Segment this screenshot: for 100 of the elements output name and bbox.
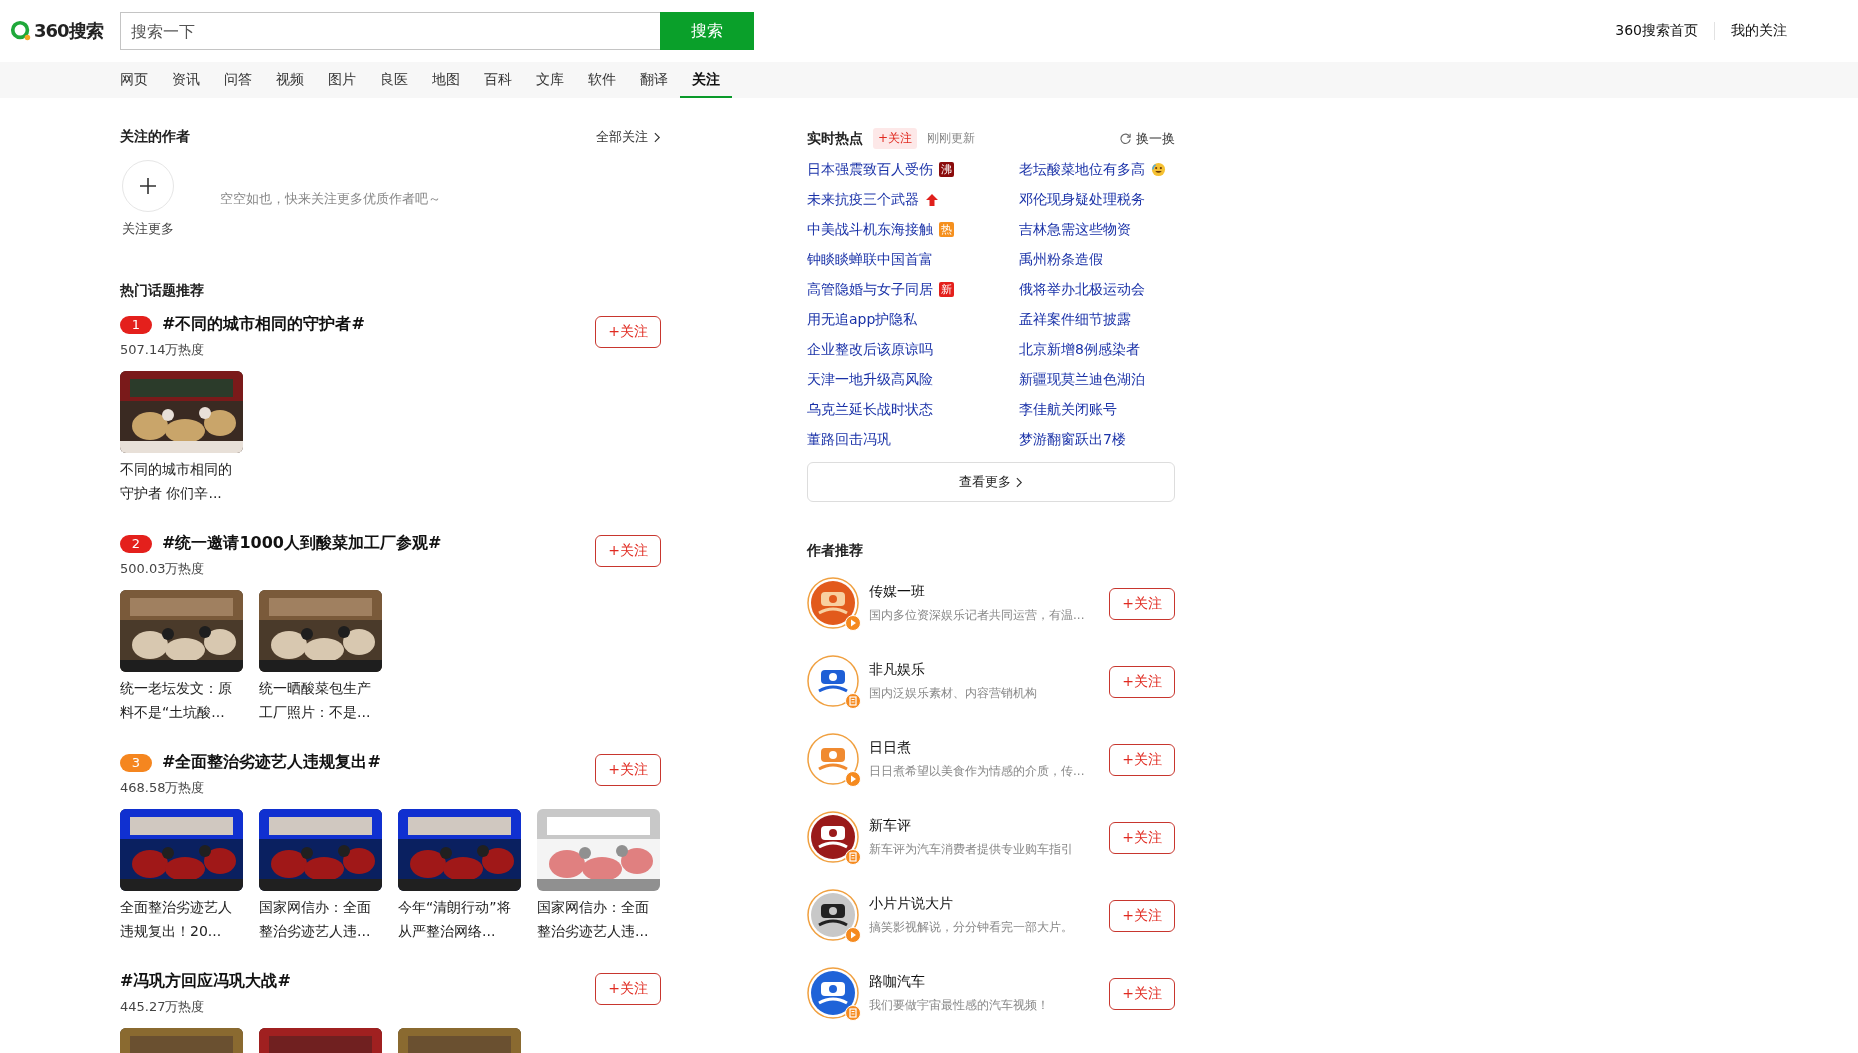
thumb-caption[interactable]: 统一老坛发文：原料不是“土坑酸... [120, 676, 243, 724]
hot-tag: 新 [939, 282, 954, 297]
see-more-button[interactable]: 查看更多 [807, 462, 1175, 502]
follow-button[interactable]: +关注 [1109, 744, 1175, 776]
nav-tab[interactable]: 视频 [264, 62, 316, 98]
section-title: 热门话题推荐 [120, 282, 205, 300]
hot-tag: 热 [939, 222, 954, 237]
section-title: 实时热点 [807, 129, 863, 148]
hot-link[interactable]: 中美战斗机东海接触 [807, 220, 933, 239]
hot-link[interactable]: 用无追app护隐私 [807, 310, 918, 329]
thumb-caption[interactable]: 今年“清朗行动”将从严整治网络... [398, 895, 521, 943]
author-name[interactable]: 路咖汽车 [869, 972, 1109, 991]
author-description: 我们要做宇宙最性感的汽车视频！ [869, 996, 1050, 1014]
topic-title[interactable]: #不同的城市相同的守护者# [162, 314, 365, 335]
follow-button[interactable]: +关注 [1109, 822, 1175, 854]
thumb-caption[interactable]: 不同的城市相同的守护者 你们辛... [120, 457, 243, 505]
follow-button[interactable]: +关注 [595, 754, 661, 786]
article-badge-icon [845, 1005, 861, 1021]
chevron-icon [1016, 476, 1023, 488]
hot-link[interactable]: 天津一地升级高风险 [807, 370, 933, 389]
emoji-icon [1151, 162, 1166, 177]
hot-link[interactable]: 孟祥案件细节披露 [1019, 310, 1131, 329]
author-description: 搞笑影视解说，分分钟看完一部大片。 [869, 918, 1074, 936]
nav-tab[interactable]: 良医 [368, 62, 420, 98]
up-arrow-icon [925, 192, 939, 207]
follow-button[interactable]: +关注 [1109, 588, 1175, 620]
author-description: 日日煮希望以美食作为情感的介质，传... [869, 762, 1086, 780]
hot-link[interactable]: 老坛酸菜地位有多高 [1019, 160, 1145, 179]
nav-tab[interactable]: 文库 [524, 62, 576, 98]
nav-tab[interactable]: 地图 [420, 62, 472, 98]
thumb-caption[interactable]: 全面整治劣迹艺人违规复出！20... [120, 895, 243, 943]
follow-button[interactable]: +关注 [1109, 666, 1175, 698]
nav-tab[interactable]: 软件 [576, 62, 628, 98]
plus-icon [138, 176, 158, 196]
author-description: 新车评为汽车消费者提供专业购车指引 [869, 840, 1074, 858]
hot-link[interactable]: 董路回击冯巩 [807, 430, 891, 449]
follow-button[interactable]: +关注 [1109, 978, 1175, 1010]
author-name[interactable]: 小片片说大片 [869, 894, 1109, 913]
author-description: 国内多位资深娱乐记者共同运营，有温... [869, 606, 1086, 624]
rank-badge: 3 [120, 753, 152, 772]
search-field[interactable]: 搜索一下 [120, 12, 660, 50]
section-title: 关注的作者 [120, 128, 190, 146]
header-link[interactable]: 360搜索首页 [1599, 22, 1714, 40]
thumb-caption[interactable]: 统一晒酸菜包生产工厂照片：不是... [259, 676, 382, 724]
nav-tab[interactable]: 图片 [316, 62, 368, 98]
hot-link[interactable]: 钟睒睒蝉联中国首富 [807, 250, 933, 269]
refresh-button[interactable]: 换一换 [1119, 129, 1175, 148]
article-badge-icon [845, 693, 861, 709]
hot-link[interactable]: 俄将举办北极运动会 [1019, 280, 1145, 299]
hot-link[interactable]: 北京新增8例感染者 [1019, 340, 1140, 359]
hot-link[interactable]: 高管隐婚与女子同居 [807, 280, 933, 299]
thumb-caption[interactable]: 国家网信办：全面整治劣迹艺人违... [259, 895, 382, 943]
hot-link[interactable]: 未来抗疫三个武器 [807, 190, 919, 209]
logo-icon [10, 20, 32, 42]
follow-tag-button[interactable]: +关注 [873, 128, 918, 149]
hot-link[interactable]: 新疆现莫兰迪色湖泊 [1019, 370, 1145, 389]
hot-link[interactable]: 日本强震致百人受伤 [807, 160, 933, 179]
heat-count: 507.14万热度 [120, 341, 206, 359]
nav-tab[interactable]: 网页 [108, 62, 160, 98]
update-time: 刚刚更新 [927, 130, 976, 147]
hot-link[interactable]: 禹州粉条造假 [1019, 250, 1103, 269]
thumb-caption[interactable]: 国家网信办：全面整治劣迹艺人违... [537, 895, 660, 943]
add-label: 关注更多 [122, 220, 174, 238]
nav-tab[interactable]: 翻译 [628, 62, 680, 98]
refresh-icon [1119, 132, 1132, 145]
add-button[interactable] [122, 160, 174, 212]
header-link[interactable]: 我的关注 [1715, 22, 1803, 40]
article-badge-icon [845, 849, 861, 865]
logo-text: 360搜索 [34, 19, 103, 43]
all-follows-link[interactable]: 全部关注 [596, 128, 661, 146]
topic-title[interactable]: #统一邀请1000人到酸菜加工厂参观# [162, 533, 442, 554]
empty-text: 空空如也，快来关注更多优质作者吧～ [220, 190, 441, 208]
hot-link[interactable]: 吉林急需这些物资 [1019, 220, 1131, 239]
follow-button[interactable]: +关注 [1109, 900, 1175, 932]
author-description: 国内泛娱乐素材、内容营销机构 [869, 684, 1038, 702]
heat-count: 468.58万热度 [120, 779, 206, 797]
heat-count: 445.27万热度 [120, 998, 206, 1016]
follow-button[interactable]: +关注 [595, 535, 661, 567]
nav-tab[interactable]: 百科 [472, 62, 524, 98]
heat-count: 500.03万热度 [120, 560, 206, 578]
hot-link[interactable]: 邓伦现身疑处理税务 [1019, 190, 1145, 209]
nav-tab[interactable]: 资讯 [160, 62, 212, 98]
hot-tag: 沸 [939, 162, 954, 177]
play-badge-icon [845, 771, 861, 787]
author-name[interactable]: 日日煮 [869, 738, 1109, 757]
play-badge-icon [845, 927, 861, 943]
topic-title[interactable]: #全面整治劣迹艺人违规复出# [162, 752, 381, 773]
section-title: 作者推荐 [807, 542, 864, 560]
follow-button[interactable]: +关注 [595, 973, 661, 1005]
follow-button[interactable]: +关注 [595, 316, 661, 348]
hot-link[interactable]: 乌克兰延长战时状态 [807, 400, 933, 419]
author-name[interactable]: 传媒一班 [869, 582, 1109, 601]
hot-link[interactable]: 李佳航关闭账号 [1019, 400, 1117, 419]
topic-title[interactable]: #冯巩方回应冯巩大战# [120, 971, 291, 992]
hot-link[interactable]: 企业整改后该原谅吗 [807, 340, 933, 359]
nav-tab[interactable]: 问答 [212, 62, 264, 98]
author-name[interactable]: 非凡娱乐 [869, 660, 1109, 679]
hot-link[interactable]: 梦游翻窗跃出7楼 [1019, 430, 1126, 449]
nav-tab[interactable]: 关注 [680, 62, 732, 98]
author-name[interactable]: 新车评 [869, 816, 1109, 835]
